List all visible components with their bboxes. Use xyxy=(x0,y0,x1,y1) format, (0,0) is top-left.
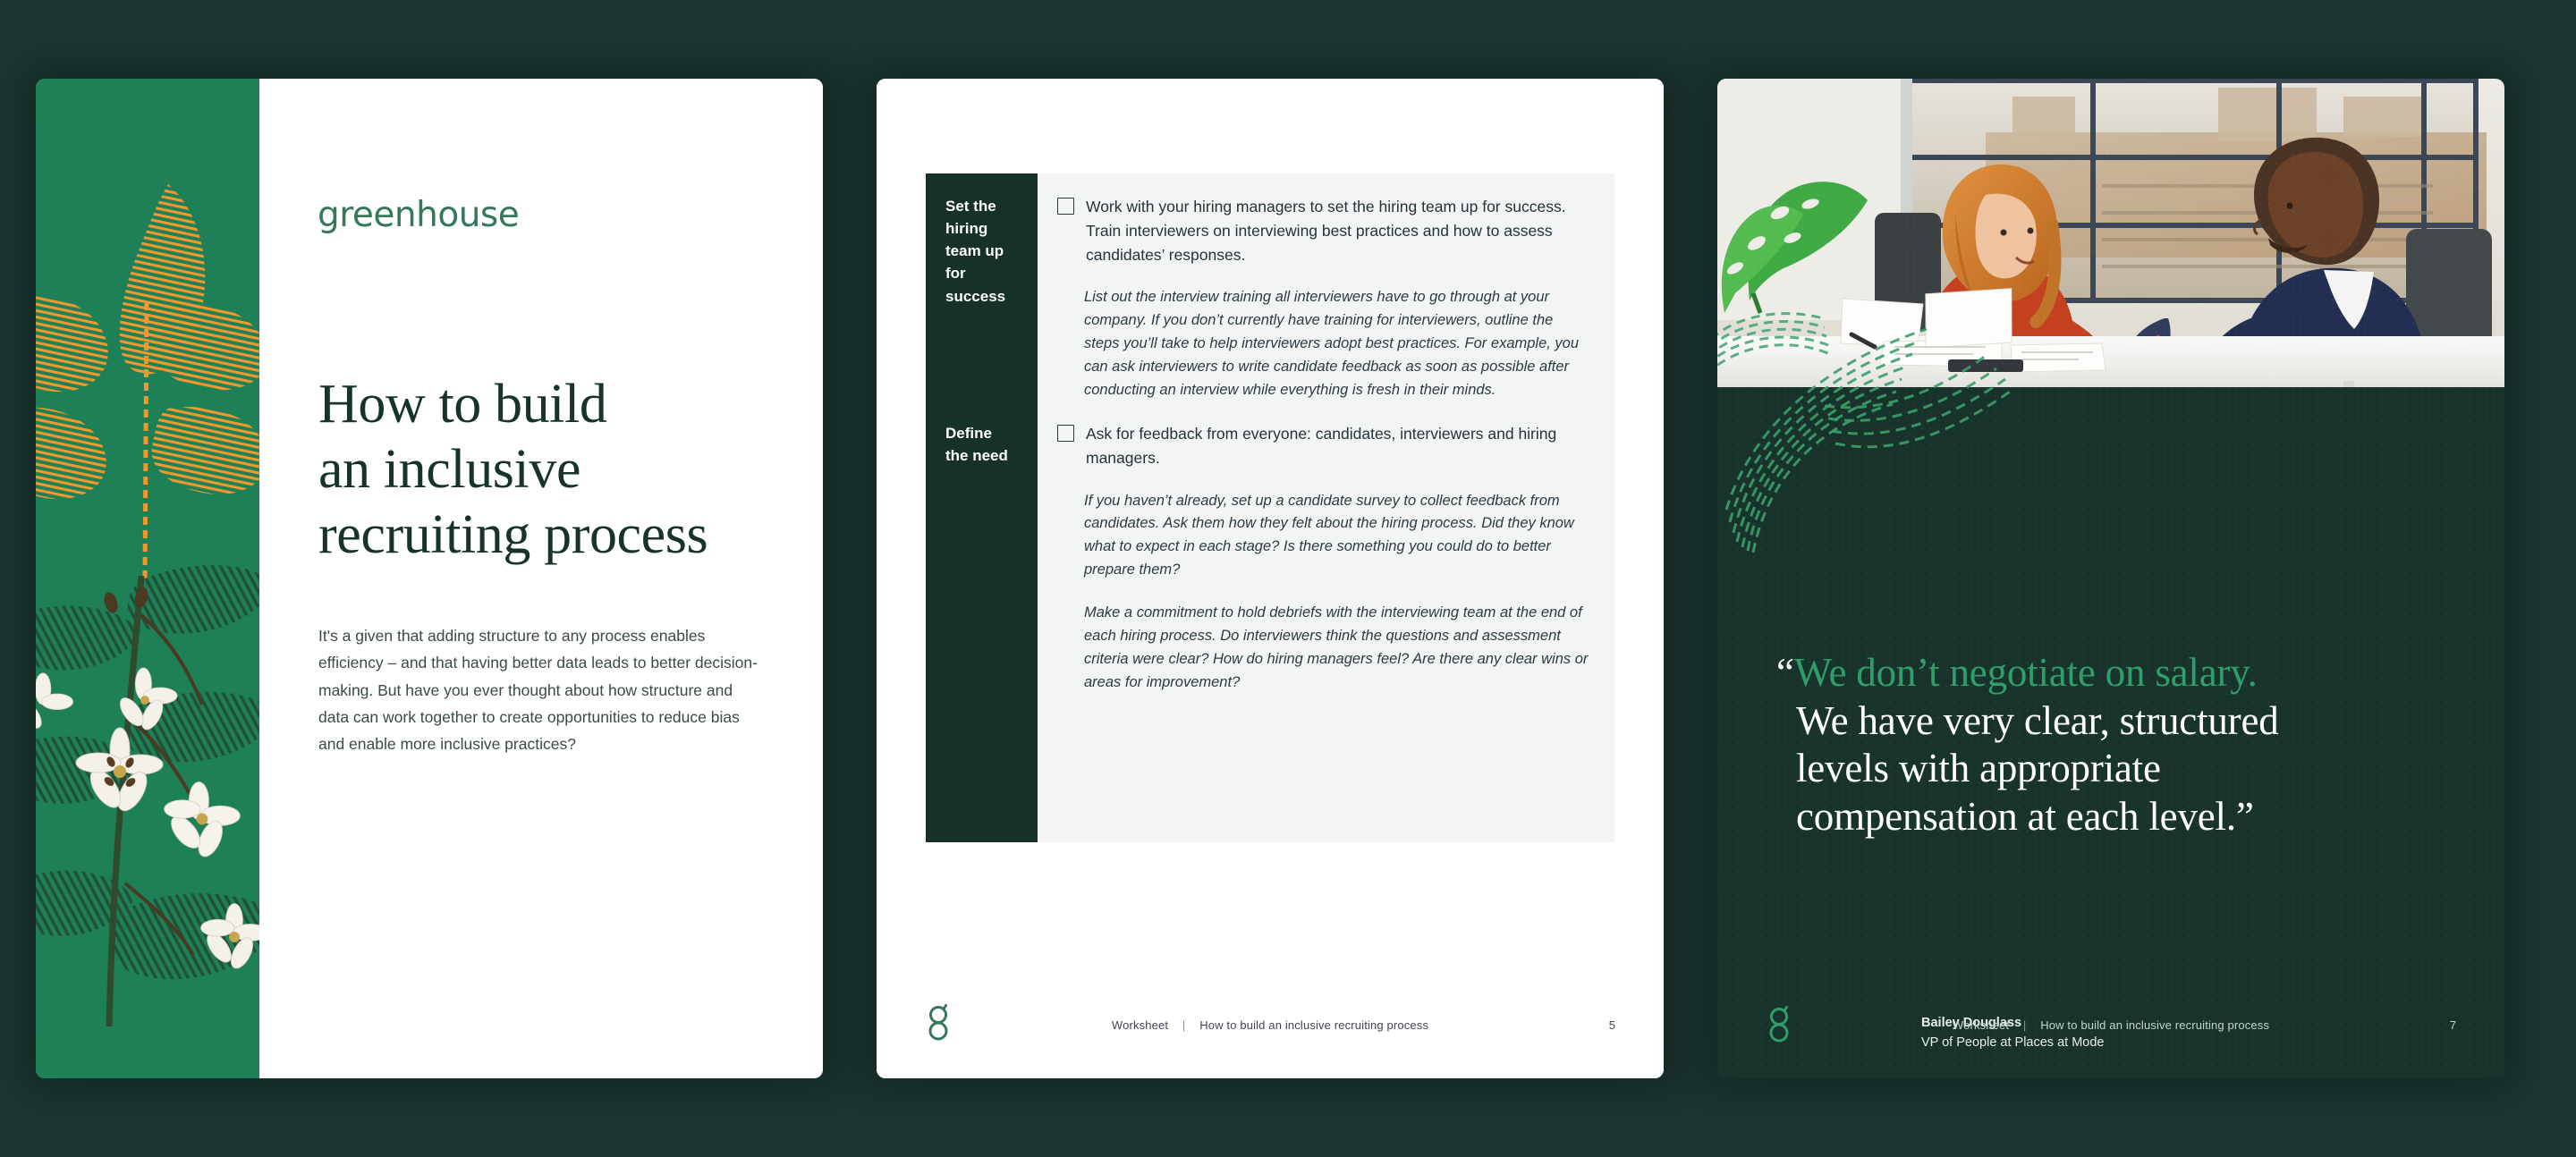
checklist-item-text: Work with your hiring managers to set th… xyxy=(1086,198,1566,264)
section-label-line: Define xyxy=(945,425,992,442)
botanical-artwork-svg xyxy=(36,79,259,1078)
greenhouse-g-icon xyxy=(927,1003,950,1041)
footer-label: Worksheet xyxy=(1111,1018,1169,1032)
page-footer: Worksheet | How to build an inclusive re… xyxy=(1717,971,2504,1078)
section-label-line: team up for xyxy=(945,242,1004,283)
footer-caption: Worksheet | How to build an inclusive re… xyxy=(1112,1018,1428,1032)
section-label: Define the need xyxy=(926,401,1038,842)
page-number: 7 xyxy=(2449,1018,2456,1032)
page-title: How to build an inclusive recruiting pro… xyxy=(318,372,819,568)
fingerprint-leaf-overlay xyxy=(1724,327,2012,553)
section-note: Make a commitment to hold debriefs with … xyxy=(1084,604,1589,690)
footer-title: How to build an inclusive recruiting pro… xyxy=(2040,1018,2270,1032)
footer-caption: Worksheet | How to build an inclusive re… xyxy=(1953,1018,2269,1032)
quote-line: levels with appropriate xyxy=(1796,746,2161,791)
g-mark-svg xyxy=(928,1004,948,1041)
page-worksheet: Set the hiring team up for success Work … xyxy=(877,79,1664,1078)
open-quote-mark: “ xyxy=(1776,650,1794,695)
quote-highlight: We don’t negotiate on salary. xyxy=(1793,650,2258,695)
section-label-line: Set the hiring xyxy=(945,198,996,238)
checkbox-icon[interactable] xyxy=(1057,425,1074,442)
cover-text-column: greenhouse How to build an inclusive rec… xyxy=(259,79,823,1078)
section-label-line: success xyxy=(945,287,1006,305)
checklist-item-text: Ask for feedback from everyone: candidat… xyxy=(1086,425,1557,467)
section-note: List out the interview training all inte… xyxy=(1084,289,1580,398)
page-quote: “We don’t negotiate on salary. We have v… xyxy=(1717,79,2504,1078)
checklist-item[interactable]: Work with your hiring managers to set th… xyxy=(1057,195,1589,266)
worksheet-sheet: Set the hiring team up for success Work … xyxy=(877,79,1664,1078)
quote-text: “We don’t negotiate on salary. We have v… xyxy=(1776,649,2456,840)
checklist-item[interactable]: Ask for feedback from everyone: candidat… xyxy=(1057,422,1589,470)
footer-label: Worksheet xyxy=(1952,1018,2010,1032)
footer-separator: | xyxy=(2022,1018,2027,1032)
greenhouse-wordmark: greenhouse xyxy=(318,195,520,235)
page-cover: greenhouse How to build an inclusive rec… xyxy=(36,79,823,1078)
section-content: Work with your hiring managers to set th… xyxy=(1038,173,1614,422)
quote-line: compensation at each level.” xyxy=(1796,793,2254,839)
section-define-the-need: Define the need Ask for feedback from ev… xyxy=(926,401,1614,842)
section-label-line: the need xyxy=(945,447,1008,465)
section-label: Set the hiring team up for success xyxy=(926,173,1038,422)
footer-title: How to build an inclusive recruiting pro… xyxy=(1199,1018,1429,1032)
g-mark-svg xyxy=(1769,1006,1789,1043)
greenhouse-g-icon xyxy=(1767,1005,1791,1043)
section-content: Ask for feedback from everyone: candidat… xyxy=(1038,401,1614,842)
botanical-fingerprint-illustration xyxy=(36,79,259,1078)
title-line-1: How to build xyxy=(318,374,607,435)
page-footer: Worksheet | How to build an inclusive re… xyxy=(877,971,1664,1078)
worksheet-spread: greenhouse How to build an inclusive rec… xyxy=(0,0,2576,1157)
greenhouse-logo: greenhouse xyxy=(318,195,520,235)
title-line-2: an inclusive xyxy=(318,439,581,501)
quote-first-line: “We don’t negotiate on salary. xyxy=(1776,649,2456,697)
section-note: If you haven’t already, set up a candida… xyxy=(1084,492,1574,578)
checkbox-icon[interactable] xyxy=(1057,198,1074,215)
intro-paragraph: It's a given that adding structure to an… xyxy=(318,627,758,754)
footer-separator: | xyxy=(1182,1018,1186,1032)
quote-line: We have very clear, structured xyxy=(1796,697,2279,743)
title-line-3: recruiting process xyxy=(318,504,708,566)
pull-quote: “We don’t negotiate on salary. We have v… xyxy=(1776,649,2456,840)
section-set-the-hiring-team-up-for-success: Set the hiring team up for success Work … xyxy=(926,173,1614,422)
page-number: 5 xyxy=(1608,1018,1615,1032)
